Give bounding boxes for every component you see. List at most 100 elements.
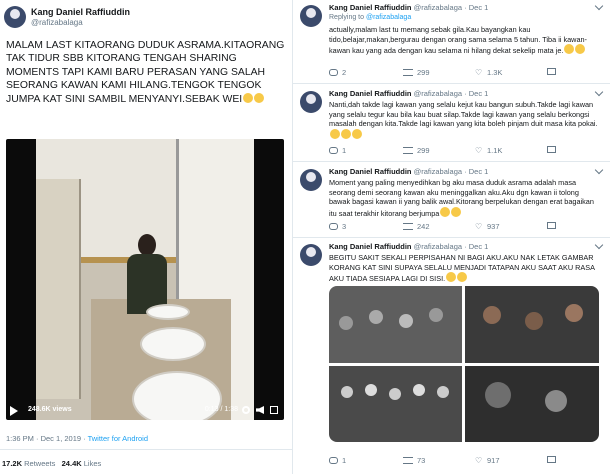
reply-tweet[interactable]: Kang Daniel Raffiuddin @rafizabalaga · D… (293, 84, 610, 162)
like-button[interactable]: ♡ 1.1K (475, 146, 502, 155)
reply-date[interactable]: · Dec 1 (464, 3, 488, 12)
photo[interactable] (465, 366, 599, 442)
like-button[interactable]: ♡ 1.3K (475, 68, 502, 77)
likes-label[interactable]: Likes (84, 459, 102, 468)
retweet-icon (403, 147, 413, 154)
retweet-count: 73 (417, 456, 426, 465)
photo[interactable] (329, 366, 462, 442)
reply-text-body: actually,malam last tu memang sebak gila… (329, 25, 587, 56)
share-button[interactable] (547, 222, 556, 229)
photo-figure (389, 388, 401, 400)
video-time: 0:13 / 1:38 (204, 406, 238, 413)
mail-icon (547, 146, 556, 153)
retweet-button[interactable]: 299 (403, 68, 430, 77)
reply-button[interactable]: 1 (329, 146, 346, 155)
avatar[interactable] (300, 169, 322, 191)
person-figure (121, 234, 173, 314)
reply-tweet[interactable]: Kang Daniel Raffiuddin @rafizabalaga · D… (293, 162, 610, 238)
author-name[interactable]: Kang Daniel Raffiuddin (329, 167, 412, 176)
author-handle[interactable]: @rafizabalaga (31, 18, 83, 27)
photo-figure (525, 312, 543, 330)
replying-handle[interactable]: @rafizabalaga (366, 14, 411, 21)
author-name[interactable]: Kang Daniel Raffiuddin (31, 7, 130, 17)
reply-actions: 2 299 ♡ 1.3K (329, 68, 599, 78)
share-button[interactable] (547, 68, 556, 75)
reply-date[interactable]: · Dec 1 (464, 89, 488, 98)
photo-figure (437, 386, 449, 398)
chevron-down-icon[interactable] (594, 240, 604, 250)
author-name[interactable]: Kang Daniel Raffiuddin (329, 3, 412, 12)
reply-tweet[interactable]: Kang Daniel Raffiuddin @rafizabalaga · D… (293, 0, 610, 84)
crying-emoji-icon (254, 92, 265, 103)
photo-figure (565, 304, 583, 322)
tweet-source[interactable]: Twitter for Android (88, 434, 148, 443)
retweets-label[interactable]: Retweets (24, 459, 55, 468)
reply-header: Kang Daniel Raffiuddin @rafizabalaga · D… (329, 167, 488, 176)
reply-actions: 1 299 ♡ 1.1K (329, 146, 599, 156)
author-handle[interactable]: @rafizabalaga (414, 242, 462, 251)
like-button[interactable]: ♡ 917 (475, 456, 500, 465)
crying-emoji-icon (457, 272, 468, 283)
avatar[interactable] (300, 5, 322, 27)
author-handle[interactable]: @rafizabalaga (414, 89, 462, 98)
reply-header: Kang Daniel Raffiuddin @rafizabalaga · D… (329, 3, 488, 12)
share-button[interactable] (547, 456, 556, 463)
reply-tweet[interactable]: Kang Daniel Raffiuddin @rafizabalaga · D… (293, 238, 610, 474)
retweet-count: 299 (417, 68, 430, 77)
reply-button[interactable]: 2 (329, 68, 346, 77)
replying-label: Replying to (329, 14, 366, 21)
crying-emoji-icon (352, 128, 362, 139)
like-count: 1.1K (487, 146, 503, 155)
fullscreen-icon[interactable] (270, 406, 278, 414)
author-handle[interactable]: @rafizabalaga (414, 3, 462, 12)
author-name[interactable]: Kang Daniel Raffiuddin (329, 89, 412, 98)
volume-icon[interactable] (256, 406, 264, 414)
retweet-button[interactable]: 73 (403, 456, 425, 465)
heart-icon: ♡ (475, 222, 483, 231)
reply-icon (329, 69, 338, 76)
share-button[interactable] (547, 146, 556, 153)
avatar[interactable] (300, 91, 322, 113)
likes-count[interactable]: 24.4K (62, 459, 82, 468)
like-button[interactable]: ♡ 937 (475, 222, 500, 231)
photo[interactable] (329, 286, 462, 363)
photo-figure (413, 384, 425, 396)
photo-figure (545, 390, 567, 412)
tweet-stats: 17.2K Retweets 24.4K Likes (2, 459, 101, 468)
photo-figure (341, 386, 353, 398)
photo[interactable] (465, 286, 599, 363)
photo-figure (339, 316, 353, 330)
author-name[interactable]: Kang Daniel Raffiuddin (329, 242, 412, 251)
retweet-button[interactable]: 299 (403, 146, 430, 155)
avatar[interactable] (4, 6, 26, 28)
chevron-down-icon[interactable] (594, 87, 604, 97)
crying-emoji-icon (451, 206, 462, 217)
tweet-timestamp[interactable]: 1:36 PM · Dec 1, 2019 · (6, 434, 88, 443)
heart-icon: ♡ (475, 68, 483, 77)
crying-emoji-icon (575, 44, 586, 55)
retweet-button[interactable]: 242 (403, 222, 430, 231)
retweets-count[interactable]: 17.2K (2, 459, 22, 468)
reply-actions: 3 242 ♡ 937 (329, 222, 599, 232)
crying-emoji-icon (564, 44, 575, 55)
photo-figure (483, 306, 501, 324)
heart-icon: ♡ (475, 146, 483, 155)
chevron-down-icon[interactable] (594, 165, 604, 175)
chevron-down-icon[interactable] (594, 1, 604, 11)
avatar[interactable] (300, 244, 322, 266)
reply-date[interactable]: · Dec 1 (464, 242, 488, 251)
video-views: 248.6K views (28, 406, 72, 413)
gear-icon[interactable] (242, 406, 250, 414)
video-player[interactable]: 248.6K views 0:13 / 1:38 (6, 139, 284, 420)
photo-figure (365, 384, 377, 396)
reply-date[interactable]: · Dec 1 (464, 167, 488, 176)
retweet-count: 242 (417, 222, 430, 231)
author-handle[interactable]: @rafizabalaga (414, 167, 462, 176)
reply-icon (329, 147, 338, 154)
reply-text-body: Nanti,dah takde lagi kawan yang selalu k… (329, 100, 598, 129)
reply-button[interactable]: 1 (329, 456, 346, 465)
sink (146, 304, 190, 320)
reply-button[interactable]: 3 (329, 222, 346, 231)
like-count: 937 (487, 222, 500, 231)
play-icon[interactable] (10, 406, 18, 416)
